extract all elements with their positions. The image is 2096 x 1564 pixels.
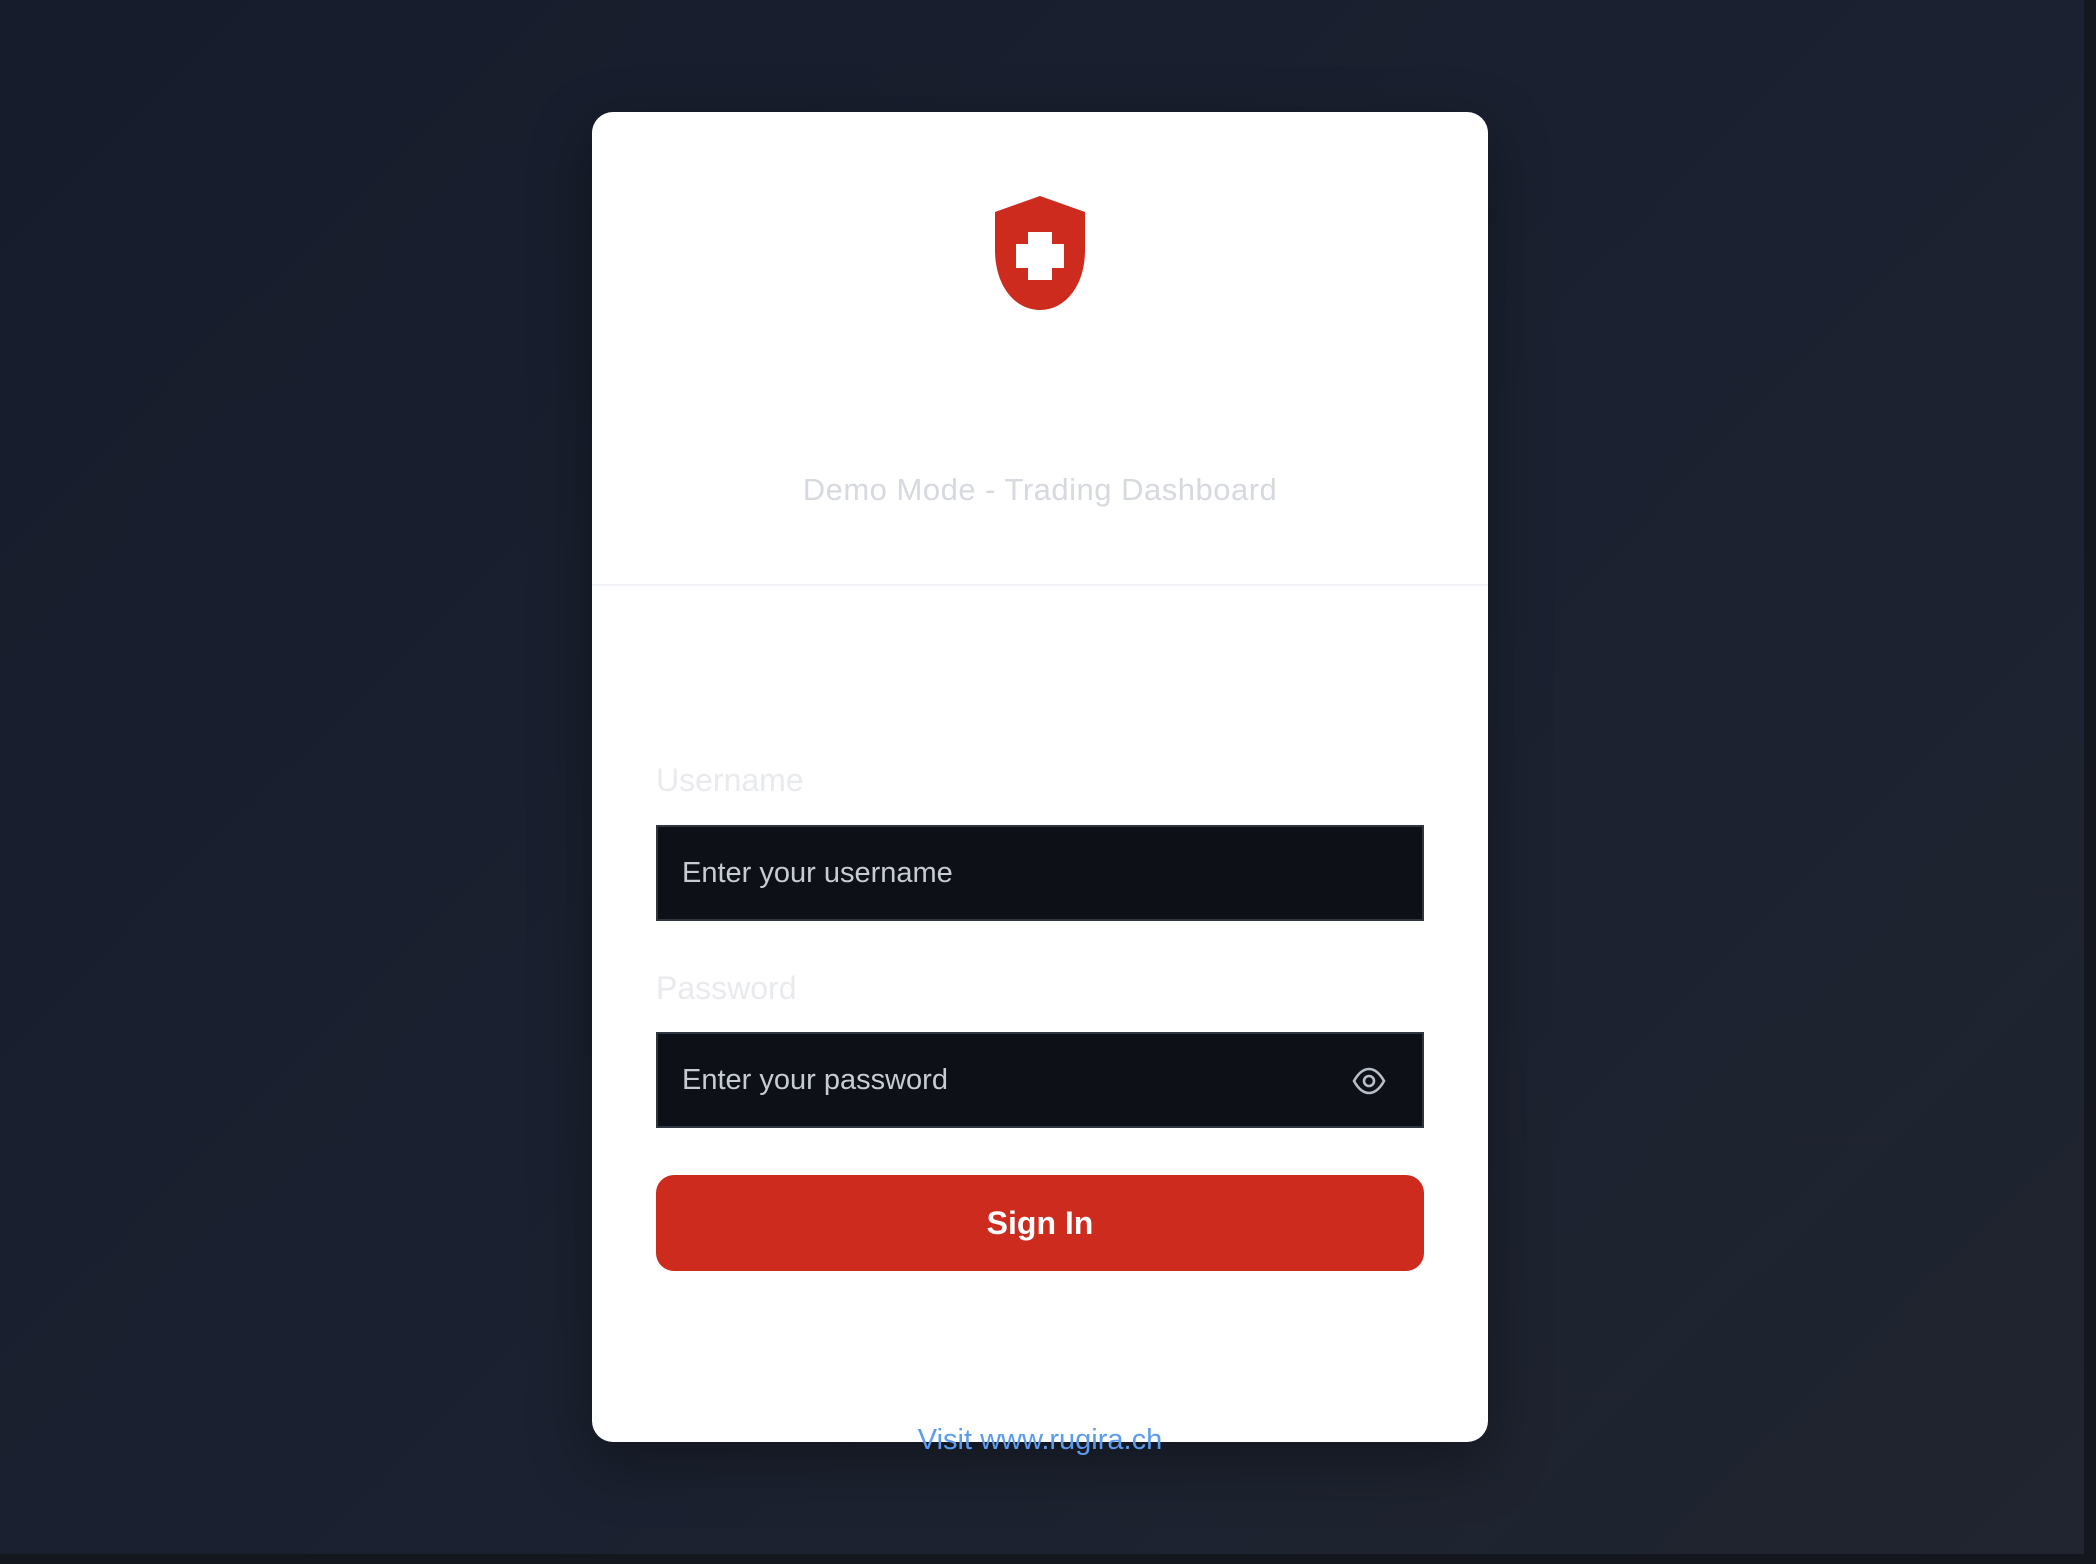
password-placeholder: Enter your password bbox=[682, 1063, 948, 1096]
page-subtitle: Demo Mode - Trading Dashboard bbox=[802, 472, 1278, 507]
password-label: Password bbox=[656, 970, 797, 1006]
username-placeholder: Enter your username bbox=[682, 856, 953, 889]
username-input[interactable]: Enter your username bbox=[656, 825, 1424, 921]
login-header bbox=[592, 112, 1488, 586]
visit-website-link[interactable]: Visit www.rugira.ch bbox=[592, 1424, 1488, 1457]
sign-in-button[interactable]: Sign In bbox=[656, 1175, 1424, 1271]
eye-icon[interactable] bbox=[1352, 1066, 1386, 1096]
swiss-shield-icon bbox=[993, 196, 1087, 312]
username-label: Username bbox=[656, 762, 804, 798]
window-edge-right bbox=[2084, 0, 2096, 1564]
login-card: Demo Mode - Trading Dashboard Username E… bbox=[592, 112, 1488, 1456]
window-edge-bottom bbox=[0, 1554, 2096, 1564]
password-input[interactable]: Enter your password bbox=[656, 1032, 1424, 1128]
